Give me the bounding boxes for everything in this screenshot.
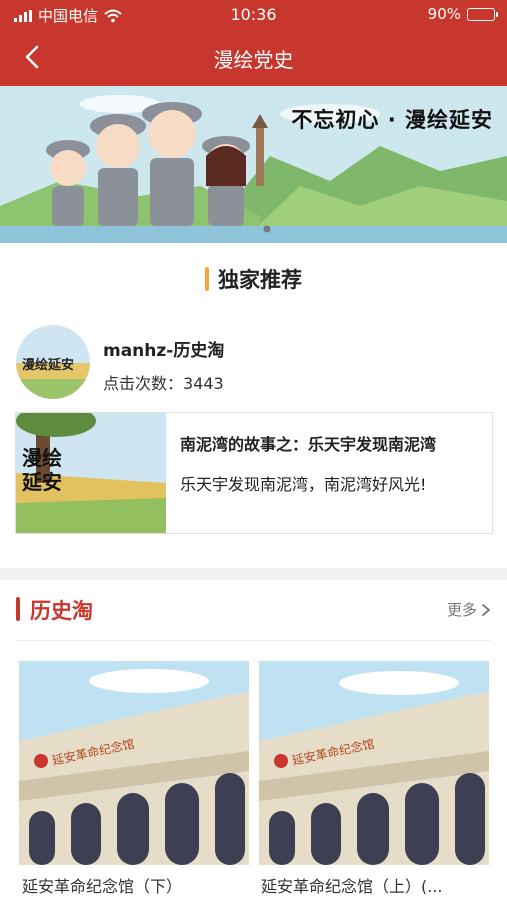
more-link[interactable]: 更多 xyxy=(447,599,491,620)
featured-article-card[interactable]: 漫绘 延安 南泥湾的故事之：乐天宇发现南泥湾 乐天宇发现南泥湾，南泥湾好风光! xyxy=(15,412,493,534)
history-thumbnail-1: 延安革命纪念馆 xyxy=(19,661,249,865)
thumb-text-1: 漫绘 xyxy=(22,446,62,470)
history-accent-bar xyxy=(16,597,20,621)
avatar-text: 漫绘延安 xyxy=(22,357,74,372)
history-item-caption-2[interactable]: 延安革命纪念馆（上）(... xyxy=(261,873,443,897)
history-header-line xyxy=(16,640,491,641)
heading-accent-bar xyxy=(205,267,209,291)
page-title: 漫绘党史 xyxy=(213,48,294,72)
author-name[interactable]: manhz-历史淘 xyxy=(103,336,224,361)
author-avatar[interactable]: 漫绘延安 xyxy=(16,325,90,399)
status-right: 90% xyxy=(427,5,498,23)
history-header: 历史淘 更多 xyxy=(0,593,507,629)
history-item-1[interactable]: 延安革命纪念馆 xyxy=(19,661,249,865)
carousel-indicator xyxy=(263,225,271,233)
thumb-text-2: 延安 xyxy=(21,470,62,494)
history-item-caption-1[interactable]: 延安革命纪念馆（下） xyxy=(22,873,182,897)
click-count-label: 点击次数： xyxy=(103,374,184,393)
app-header: 中国电信 10:36 90% 漫绘党史 xyxy=(0,0,507,86)
battery-percent: 90% xyxy=(427,5,461,23)
history-thumbnail-2: 延安革命纪念馆 xyxy=(259,661,489,865)
nav-bar: 漫绘党史 xyxy=(0,30,507,86)
chevron-right-icon xyxy=(482,603,491,616)
status-bar: 中国电信 10:36 90% xyxy=(0,0,507,30)
click-count-value: 3443 xyxy=(183,374,224,393)
battery-icon xyxy=(467,7,498,21)
click-count-row: 点击次数：3443 xyxy=(103,370,224,394)
recommend-title: 独家推荐 xyxy=(218,268,302,292)
article-thumbnail: 漫绘 延安 xyxy=(16,413,166,533)
more-label: 更多 xyxy=(446,601,477,619)
recommend-heading: 独家推荐 xyxy=(0,264,507,294)
article-title: 南泥湾的故事之：乐天宇发现南泥湾 xyxy=(180,435,437,454)
article-desc: 乐天宇发现南泥湾，南泥湾好风光! xyxy=(180,475,427,494)
history-title: 历史淘 xyxy=(30,599,93,623)
section-divider xyxy=(0,568,507,580)
banner-slogan: 不忘初心 · 漫绘延安 xyxy=(291,108,493,132)
history-item-2[interactable]: 延安革命纪念馆 xyxy=(259,661,489,865)
avatar-image: 漫绘延安 xyxy=(16,325,90,399)
banner-carousel[interactable]: 不忘初心 · 漫绘延安 xyxy=(0,86,507,243)
